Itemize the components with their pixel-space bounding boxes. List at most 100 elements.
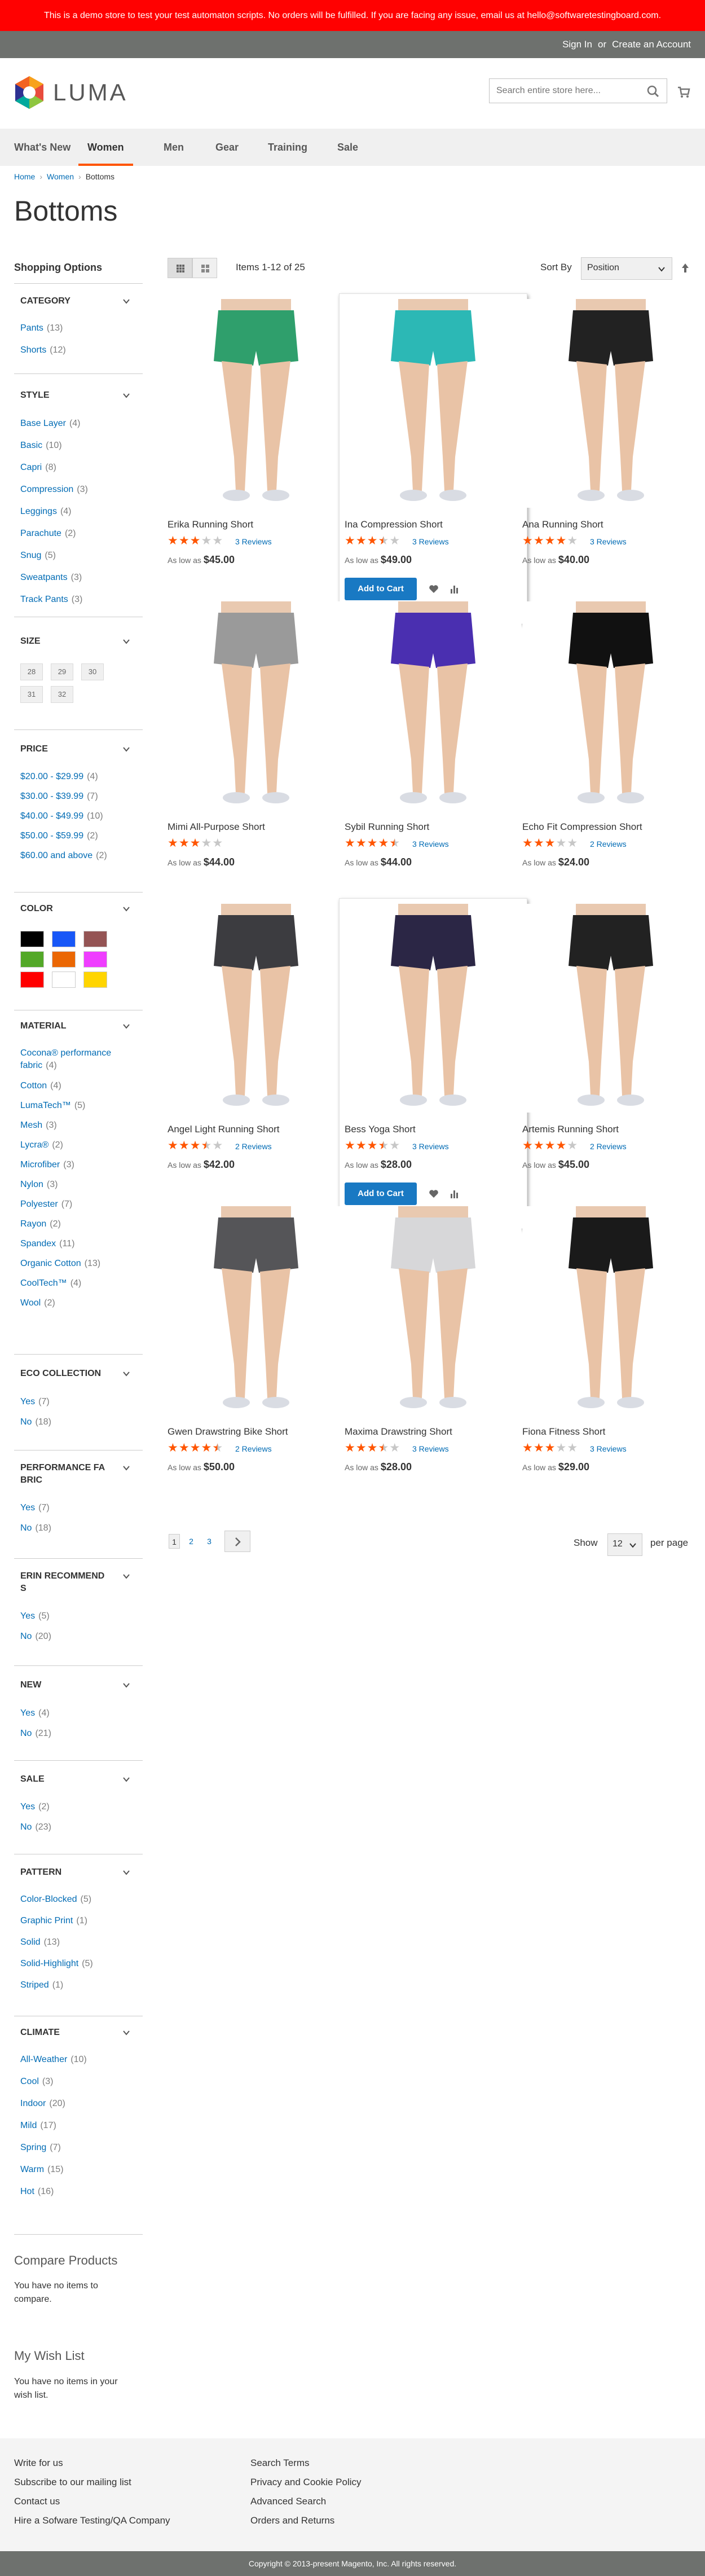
reviews-link[interactable]: 3 Reviews (412, 537, 449, 546)
filter-title-color[interactable]: COLOR (20, 903, 133, 915)
product-item[interactable]: Angel Light Running Short ★ ★ ★ ★ ★ 2 Reviews A… (168, 904, 345, 1175)
product-item[interactable]: Ina Compression Short ★ ★ ★ ★ ★ 3 Reviews As lo… (345, 299, 522, 600)
product-item[interactable]: Maxima Drawstring Short ★ ★ ★ ★ ★ 3 Reviews As … (345, 1206, 522, 1477)
filter-option-price[interactable]: $20.00 - $29.99 (4) (20, 772, 98, 782)
page-3[interactable]: 3 (204, 1534, 215, 1549)
color-swatch[interactable] (83, 931, 107, 947)
filter-option-material[interactable]: LumaTech™ (5) (20, 1100, 133, 1112)
product-item[interactable]: Ana Running Short ★ ★ ★ ★ ★ 3 Reviews As low as… (522, 299, 699, 570)
color-swatch[interactable] (83, 951, 107, 968)
add-to-cart-button[interactable]: Add to Cart (345, 1183, 417, 1205)
product-image[interactable] (522, 904, 699, 1113)
compare-icon[interactable] (449, 583, 460, 595)
breadcrumb-women[interactable]: Women (47, 172, 74, 181)
footer-link-orders[interactable]: Orders and Returns (250, 2515, 334, 2526)
add-to-cart-button[interactable]: Add to Cart (345, 578, 417, 600)
chevron-down-icon[interactable] (123, 298, 130, 305)
filter-title-category[interactable]: CATEGORY (20, 295, 133, 307)
size-swatch[interactable]: 29 (51, 663, 73, 680)
filter-option-style[interactable]: Capri (8) (20, 463, 56, 473)
page-2[interactable]: 2 (186, 1534, 197, 1549)
filter-option-style[interactable]: Compression (3) (20, 485, 88, 495)
color-swatch[interactable] (52, 931, 76, 947)
limiter-select[interactable]: 12 (607, 1533, 642, 1556)
filter-option-material[interactable]: Microfiber (3) (20, 1159, 133, 1171)
list-mode-button[interactable] (192, 258, 217, 278)
filter-title-eco-collection[interactable]: ECO COLLECTION (20, 1368, 133, 1380)
footer-link-privacy[interactable]: Privacy and Cookie Policy (250, 2477, 362, 2488)
filter-option-climate[interactable]: Indoor (20) (20, 2099, 65, 2109)
filter-option-style[interactable]: Snug (5) (20, 551, 56, 561)
filter-option-style[interactable]: Parachute (2) (20, 529, 76, 539)
filter-option-pattern[interactable]: Graphic Print (1) (20, 1916, 87, 1926)
reviews-link[interactable]: 3 Reviews (412, 839, 449, 849)
reviews-link[interactable]: 3 Reviews (412, 1444, 449, 1453)
product-image[interactable] (168, 601, 345, 810)
product-item[interactable]: Fiona Fitness Short ★ ★ ★ ★ ★ 3 Reviews As low … (522, 1206, 699, 1477)
product-image[interactable] (522, 299, 699, 508)
chevron-down-icon[interactable] (123, 1023, 130, 1030)
heart-icon[interactable] (428, 1188, 439, 1199)
filter-option-pattern[interactable]: Solid-Highlight (5) (20, 1959, 93, 1969)
filter-option-price[interactable]: $30.00 - $39.99 (7) (20, 792, 98, 802)
filter-title-erin-recommends[interactable]: ERIN RECOMMEND S (20, 1570, 133, 1595)
reviews-link[interactable]: 2 Reviews (235, 1444, 272, 1453)
filter-option-material[interactable]: Spandex (11) (20, 1238, 133, 1250)
product-name[interactable]: Erika Running Short (168, 519, 253, 530)
product-item[interactable]: Artemis Running Short ★ ★ ★ ★ ★ 2 Reviews As lo… (522, 904, 699, 1175)
chevron-down-icon[interactable] (123, 1776, 130, 1783)
logo[interactable]: LUMA (14, 75, 128, 110)
filter-option-eco[interactable]: Yes (7) (20, 1397, 50, 1407)
filter-option-material[interactable]: Mesh (3) (20, 1119, 133, 1132)
filter-option-material[interactable]: Lycra® (2) (20, 1139, 133, 1151)
nav-sale[interactable]: Sale (337, 129, 358, 166)
product-image[interactable] (345, 1206, 522, 1415)
product-name[interactable]: Ana Running Short (522, 519, 603, 530)
product-image[interactable] (522, 1206, 699, 1415)
breadcrumb-home[interactable]: Home (14, 172, 35, 181)
chevron-down-icon[interactable] (123, 2029, 130, 2036)
nav-women[interactable]: Women (78, 129, 133, 166)
filter-option-material[interactable]: Cotton (4) (20, 1080, 133, 1092)
reviews-link[interactable]: 2 Reviews (590, 1142, 627, 1151)
reviews-link[interactable]: 3 Reviews (590, 1444, 627, 1453)
filter-option-category[interactable]: Pants (13) (20, 323, 63, 333)
filter-title-sale[interactable]: SALE (20, 1773, 133, 1786)
chevron-down-icon[interactable] (123, 1682, 130, 1689)
filter-option-style[interactable]: Leggings (4) (20, 507, 72, 517)
product-item[interactable]: Echo Fit Compression Short ★ ★ ★ ★ ★ 2 Reviews… (522, 601, 699, 872)
reviews-link[interactable]: 3 Reviews (235, 537, 272, 546)
filter-title-size[interactable]: SIZE (20, 635, 133, 648)
search-icon[interactable] (647, 85, 659, 98)
size-swatch[interactable]: 30 (81, 663, 104, 680)
search-input[interactable] (489, 78, 667, 103)
heart-icon[interactable] (428, 583, 439, 595)
product-name[interactable]: Echo Fit Compression Short (522, 821, 642, 833)
filter-option-performance[interactable]: Yes (7) (20, 1503, 50, 1513)
size-swatch[interactable]: 32 (51, 686, 73, 703)
reviews-link[interactable]: 2 Reviews (235, 1142, 272, 1151)
filter-title-new[interactable]: NEW (20, 1679, 133, 1691)
filter-title-price[interactable]: PRICE (20, 743, 133, 755)
size-swatch[interactable]: 31 (20, 686, 43, 703)
filter-option-pattern[interactable]: Solid (13) (20, 1937, 60, 1948)
filter-option-price[interactable]: $50.00 - $59.99 (2) (20, 831, 98, 841)
filter-option-material[interactable]: Cocona® performance fabric (4) (20, 1047, 133, 1072)
product-image[interactable] (345, 299, 522, 508)
filter-title-material[interactable]: MATERIAL (20, 1020, 133, 1032)
product-name[interactable]: Gwen Drawstring Bike Short (168, 1426, 288, 1438)
product-name[interactable]: Artemis Running Short (522, 1124, 619, 1135)
product-image[interactable] (345, 904, 522, 1113)
nav-gear[interactable]: Gear (215, 129, 239, 166)
filter-option-new[interactable]: Yes (4) (20, 1708, 50, 1718)
size-swatch[interactable]: 28 (20, 663, 43, 680)
product-image[interactable] (168, 299, 345, 508)
filter-option-material[interactable]: Rayon (2) (20, 1218, 133, 1230)
product-image[interactable] (168, 1206, 345, 1415)
color-swatch[interactable] (20, 951, 44, 968)
filter-option-style[interactable]: Basic (10) (20, 441, 62, 451)
filter-option-material[interactable]: CoolTech™ (4) (20, 1277, 133, 1290)
product-name[interactable]: Angel Light Running Short (168, 1124, 279, 1135)
filter-option-erin[interactable]: Yes (5) (20, 1611, 50, 1621)
filter-option-climate[interactable]: All-Weather (10) (20, 2055, 87, 2065)
